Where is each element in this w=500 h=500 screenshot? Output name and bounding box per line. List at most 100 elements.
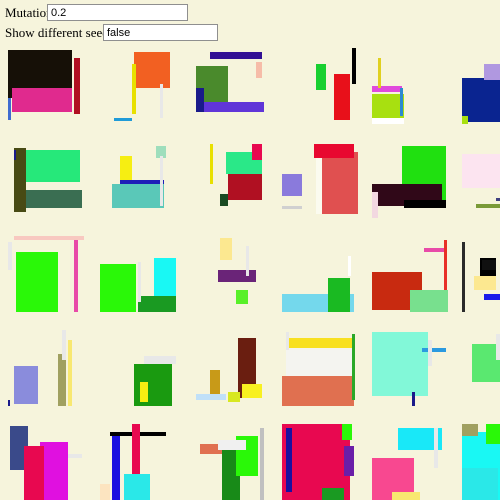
art-tile	[196, 48, 272, 124]
art-rect	[16, 252, 58, 312]
art-rect	[486, 424, 500, 444]
art-rect	[8, 98, 11, 120]
mutation-rate-input[interactable]	[47, 4, 188, 21]
art-tile	[372, 424, 448, 500]
art-rect	[132, 64, 136, 114]
art-rect	[424, 248, 444, 252]
art-tile	[100, 424, 176, 500]
art-rect	[334, 74, 350, 120]
art-tile	[196, 144, 272, 220]
art-tile	[100, 236, 176, 312]
art-rect	[422, 348, 446, 352]
art-rect	[12, 88, 72, 112]
art-rect	[482, 260, 496, 270]
art-tile	[100, 330, 176, 406]
art-rect	[68, 340, 72, 406]
art-rect	[160, 156, 163, 206]
art-tile	[372, 330, 448, 406]
art-rect	[316, 64, 326, 90]
art-rect	[114, 118, 132, 121]
art-rect	[344, 446, 354, 476]
art-rect	[462, 424, 478, 436]
art-rect	[138, 296, 176, 312]
art-rect	[342, 424, 352, 440]
art-rect	[484, 64, 500, 80]
art-rect	[26, 190, 82, 208]
art-rect	[434, 428, 438, 468]
art-rect	[352, 48, 356, 84]
art-rect	[210, 52, 262, 59]
art-rect	[134, 52, 170, 88]
art-rect	[160, 84, 163, 118]
art-rect	[286, 332, 289, 350]
art-rect	[228, 392, 240, 402]
art-tile	[196, 424, 272, 500]
art-rect	[496, 198, 500, 201]
art-rect	[322, 152, 358, 214]
art-rect	[378, 58, 381, 88]
art-rect	[210, 144, 213, 184]
art-rect	[8, 400, 10, 406]
art-rect	[196, 394, 226, 400]
art-tile	[462, 330, 500, 406]
art-rect	[196, 102, 264, 112]
show-seeds-label: Show different seeds	[5, 25, 114, 40]
art-rect	[138, 262, 141, 302]
art-rect	[14, 366, 38, 404]
art-rect	[328, 278, 350, 312]
art-tile	[196, 236, 272, 312]
art-rect	[282, 206, 302, 209]
art-rect	[112, 436, 120, 500]
art-rect	[246, 246, 249, 276]
art-rect	[218, 440, 246, 450]
art-tile	[282, 236, 358, 312]
art-tile	[462, 236, 500, 312]
art-rect	[372, 192, 378, 218]
art-rect	[256, 62, 262, 78]
art-rect	[140, 382, 148, 402]
art-rect	[372, 332, 428, 396]
art-rect	[112, 184, 164, 208]
art-rect	[124, 474, 150, 500]
art-rect	[242, 384, 262, 398]
art-rect	[314, 144, 354, 158]
art-rect	[372, 86, 402, 92]
art-tile	[372, 236, 448, 312]
art-tile	[462, 48, 500, 124]
art-rect	[462, 116, 468, 124]
art-rect	[404, 200, 446, 208]
art-rect	[444, 240, 447, 290]
art-rect	[62, 330, 66, 360]
art-rect	[144, 356, 176, 364]
art-tile	[8, 330, 84, 406]
art-tile	[282, 424, 358, 500]
art-tile	[8, 424, 84, 500]
art-tile	[462, 424, 500, 500]
seeds-row: Show different seeds	[5, 24, 218, 41]
art-rect	[196, 88, 204, 112]
art-rect	[24, 446, 44, 500]
art-rect	[74, 58, 80, 114]
art-rect	[410, 290, 448, 312]
art-tile	[372, 48, 448, 124]
art-tile	[282, 48, 358, 124]
art-rect	[428, 340, 432, 366]
art-rect	[474, 276, 496, 290]
art-rect	[74, 240, 78, 312]
show-seeds-input[interactable]	[103, 24, 218, 41]
art-rect	[220, 194, 228, 206]
art-rect	[322, 488, 344, 500]
art-rect	[484, 294, 500, 300]
art-rect	[412, 392, 415, 406]
art-rect	[24, 150, 80, 182]
art-rect	[100, 264, 136, 312]
art-tile	[196, 330, 272, 406]
art-rect	[68, 454, 82, 458]
art-rect	[352, 334, 355, 400]
art-rect	[210, 370, 220, 394]
art-rect	[288, 338, 354, 348]
art-rect	[282, 174, 302, 196]
mutation-rate-row: Mutation Rate:	[5, 4, 188, 21]
art-rect	[282, 376, 354, 406]
art-rect	[392, 492, 420, 500]
